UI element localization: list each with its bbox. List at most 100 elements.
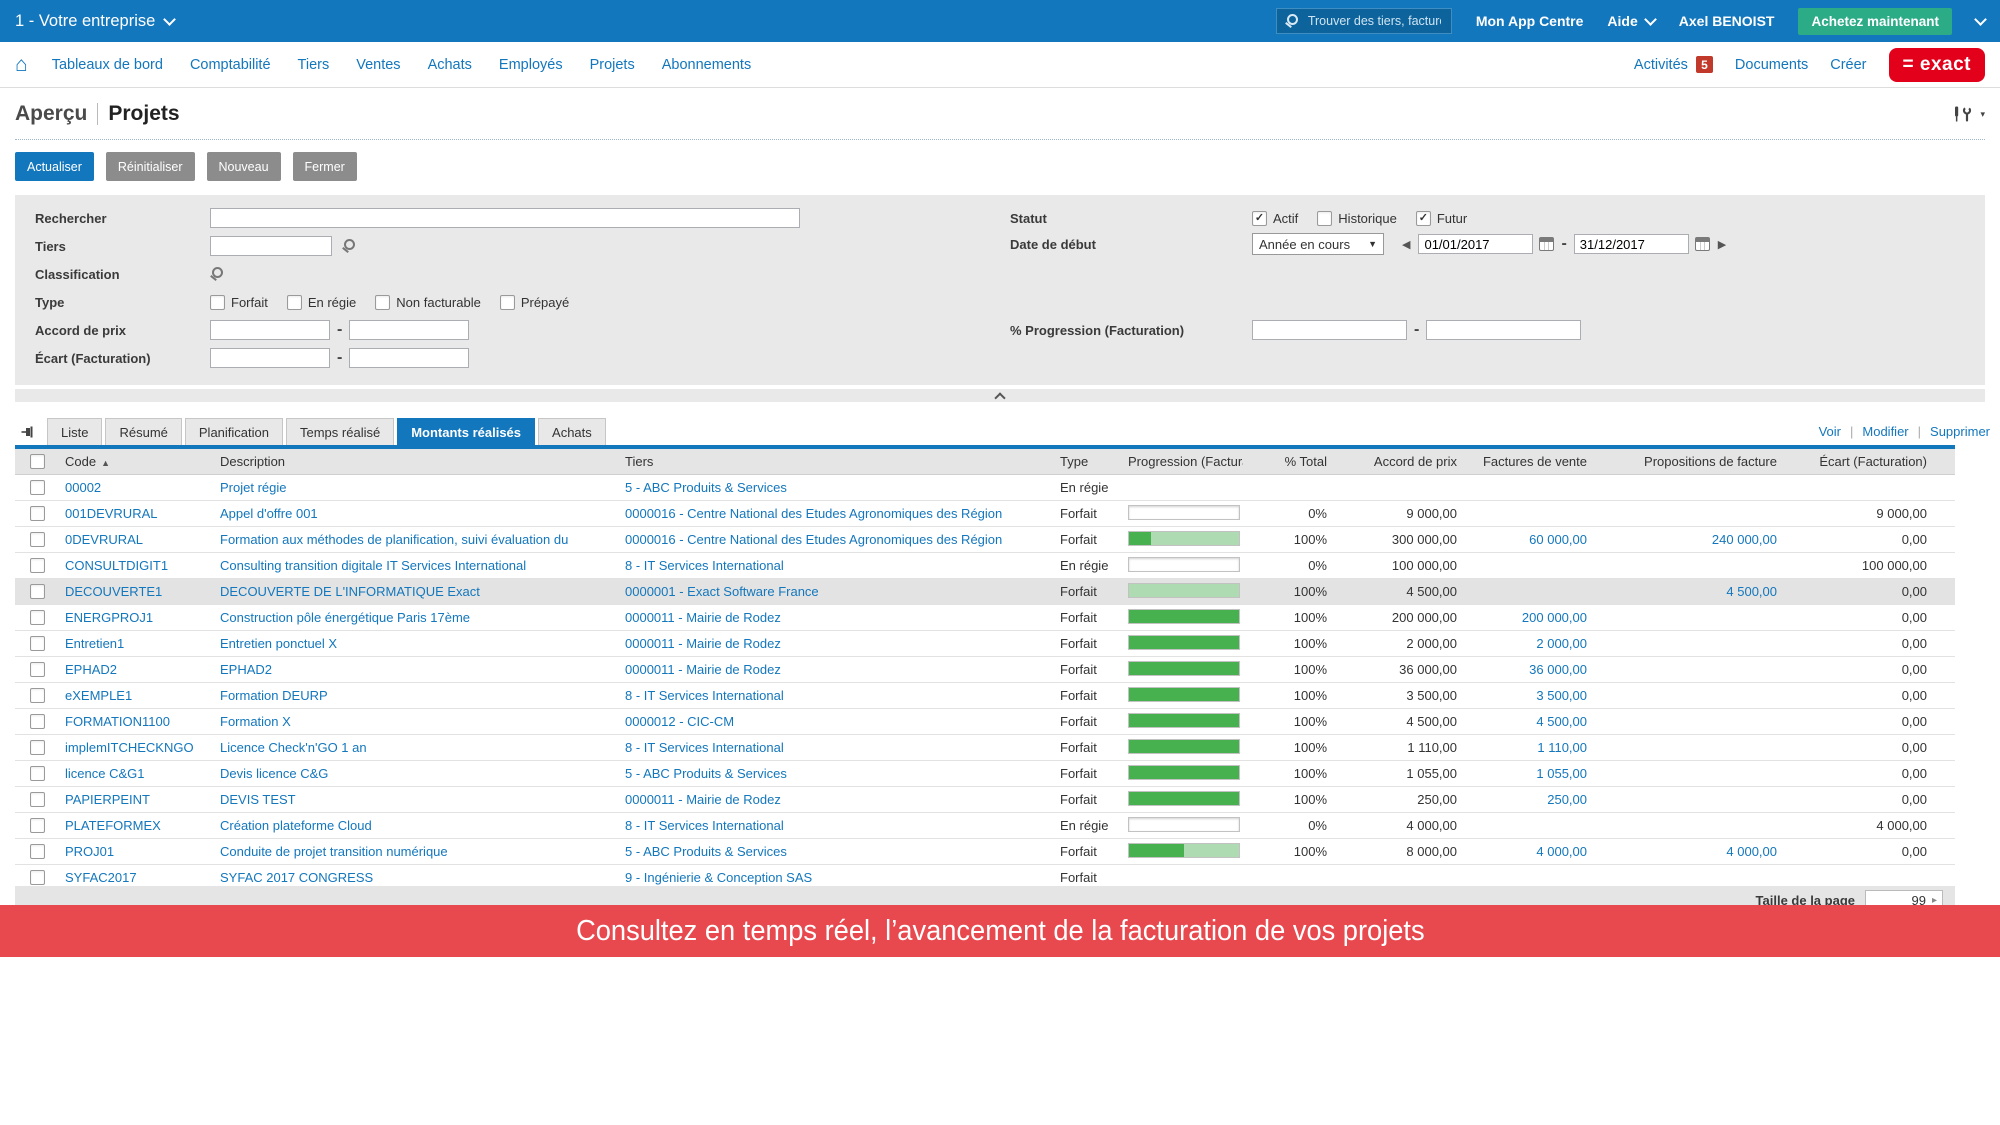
project-description-link[interactable]: Devis licence C&G [215,761,620,786]
factures-de-vente-link[interactable]: 250,00 [1465,787,1595,812]
project-code-link[interactable]: eXEMPLE1 [60,683,215,708]
project-tiers-link[interactable]: 8 - IT Services International [620,683,1055,708]
row-checkbox[interactable] [30,766,45,781]
nav-item-ventes[interactable]: Ventes [356,57,400,73]
project-tiers-link[interactable]: 5 - ABC Produits & Services [620,475,1055,500]
column-header-pct-total[interactable]: % Total [1243,449,1335,474]
project-code-link[interactable]: ENERGPROJ1 [60,605,215,630]
column-header-tiers[interactable]: Tiers [620,449,1055,474]
table-row[interactable]: 001DEVRURAL Appel d'offre 001 0000016 - Ce… [15,501,1955,527]
table-row[interactable]: FORMATION1100 Formation X 0000012 - CIC-CM… [15,709,1955,735]
nav-item-abonnements[interactable]: Abonnements [662,57,751,73]
project-code-link[interactable]: PAPIERPEINT [60,787,215,812]
nav-item-tableaux-de-bord[interactable]: Tableaux de bord [52,57,163,73]
factures-de-vente-link[interactable]: 2 000,00 [1465,631,1595,656]
project-code-link[interactable]: Entretien1 [60,631,215,656]
project-code-link[interactable]: implemITCHECKNGO [60,735,215,760]
checkbox-actif[interactable] [1252,210,1267,226]
column-header-factures[interactable]: Factures de vente [1465,449,1595,474]
tab-liste[interactable]: Liste [47,418,103,445]
tiers-filter-input[interactable] [210,236,332,256]
project-description-link[interactable]: Formation DEURP [215,683,620,708]
variance-to-input[interactable] [349,348,470,368]
row-checkbox[interactable] [30,792,45,807]
project-description-link[interactable]: Formation aux méthodes de planification,… [215,527,620,552]
project-code-link[interactable]: licence C&G1 [60,761,215,786]
factures-de-vente-link[interactable]: 1 055,00 [1465,761,1595,786]
project-tiers-link[interactable]: 8 - IT Services International [620,813,1055,838]
factures-de-vente-link[interactable]: 36 000,00 [1465,657,1595,682]
factures-de-vente-link[interactable]: 4 000,00 [1465,839,1595,864]
app-centre-link[interactable]: Mon App Centre [1476,13,1584,29]
previous-period-button[interactable]: ◀ [1402,238,1410,251]
checkbox-prepaye[interactable] [499,294,515,310]
tab-resume[interactable]: Résumé [105,418,182,445]
project-description-link[interactable]: Licence Check'n'GO 1 an [215,735,620,760]
row-checkbox[interactable] [30,610,45,625]
create-link[interactable]: Créer [1830,57,1866,73]
row-checkbox[interactable] [30,584,45,599]
checkbox-option-actif[interactable]: Actif [1252,210,1298,226]
project-description-link[interactable]: Consulting transition digitale IT Servic… [215,553,620,578]
project-tiers-link[interactable]: 0000016 - Centre National des Etudes Agr… [620,527,1055,552]
row-checkbox[interactable] [30,532,45,547]
help-menu[interactable]: Aide [1607,12,1657,29]
checkbox-option-forfait[interactable]: Forfait [210,294,268,310]
column-header-code[interactable]: Code ▲ [60,449,215,474]
project-description-link[interactable]: DECOUVERTE DE L'INFORMATIQUE Exact [215,579,620,604]
project-description-link[interactable]: Création plateforme Cloud [215,813,620,838]
project-tiers-link[interactable]: 5 - ABC Produits & Services [620,839,1055,864]
nav-item-comptabilite[interactable]: Comptabilité [190,57,271,73]
table-row[interactable]: PLATEFORMEX Création plateforme Cloud 8 - … [15,813,1955,839]
row-checkbox[interactable] [30,558,45,573]
column-header-propositions[interactable]: Propositions de facture [1595,449,1785,474]
calendar-icon[interactable] [1694,237,1710,251]
project-code-link[interactable]: 0DEVRURAL [60,527,215,552]
project-code-link[interactable]: DECOUVERTE1 [60,579,215,604]
tiers-lookup-icon[interactable] [342,239,356,253]
project-tiers-link[interactable]: 0000016 - Centre National des Etudes Agr… [620,501,1055,526]
nav-item-employes[interactable]: Employés [499,57,563,73]
home-icon[interactable]: ⌂ [15,54,28,75]
factures-de-vente-link[interactable]: 200 000,00 [1465,605,1595,630]
row-checkbox[interactable] [30,662,45,677]
project-tiers-link[interactable]: 0000011 - Mairie de Rodez [620,657,1055,682]
project-code-link[interactable]: EPHAD2 [60,657,215,682]
row-checkbox[interactable] [30,818,45,833]
project-tiers-link[interactable]: 8 - IT Services International [620,735,1055,760]
classification-lookup-icon[interactable] [210,267,224,281]
project-tiers-link[interactable]: 0000012 - CIC-CM [620,709,1055,734]
factures-de-vente-link[interactable]: 4 500,00 [1465,709,1595,734]
row-checkbox[interactable] [30,688,45,703]
nav-item-achats[interactable]: Achats [428,57,472,73]
refresh-button[interactable]: Actualiser [15,152,94,181]
checkbox-non-facturable[interactable] [375,294,391,310]
checkbox-option-futur[interactable]: Futur [1415,210,1467,226]
company-selector[interactable]: 1 - Votre entreprise [15,12,177,31]
date-from-input[interactable] [1418,234,1534,254]
table-row[interactable]: 00002 Projet régie 5 - ABC Produits & Serv… [15,475,1955,501]
table-row[interactable]: EPHAD2 EPHAD2 0000011 - Mairie de Rodez For… [15,657,1955,683]
project-tiers-link[interactable]: 0000011 - Mairie de Rodez [620,605,1055,630]
nav-item-projets[interactable]: Projets [590,57,635,73]
global-search-input[interactable] [1305,13,1443,29]
action-modifier[interactable]: Modifier [1862,424,1908,439]
row-checkbox[interactable] [30,844,45,859]
project-description-link[interactable]: DEVIS TEST [215,787,620,812]
checkbox-forfait[interactable] [210,294,225,310]
activities-link[interactable]: Activités 5 [1634,56,1713,73]
project-description-link[interactable]: Construction pôle énergétique Paris 17èm… [215,605,620,630]
table-row[interactable]: PAPIERPEINT DEVIS TEST 0000011 - Mairie de… [15,787,1955,813]
row-checkbox[interactable] [30,480,45,495]
propositions-de-facture-link[interactable]: 4 500,00 [1595,579,1785,604]
factures-de-vente-link[interactable]: 60 000,00 [1465,527,1595,552]
project-code-link[interactable]: FORMATION1100 [60,709,215,734]
row-checkbox[interactable] [30,506,45,521]
project-tiers-link[interactable]: 0000001 - Exact Software France [620,579,1055,604]
column-header-accord[interactable]: Accord de prix [1335,449,1465,474]
row-checkbox[interactable] [30,714,45,729]
user-menu[interactable]: Axel BENOIST [1679,13,1775,29]
buy-dropdown-icon[interactable] [1974,12,1987,26]
checkbox-option-prepaye[interactable]: Prépayé [499,294,569,310]
table-row[interactable]: 0DEVRURAL Formation aux méthodes de plani… [15,527,1955,553]
